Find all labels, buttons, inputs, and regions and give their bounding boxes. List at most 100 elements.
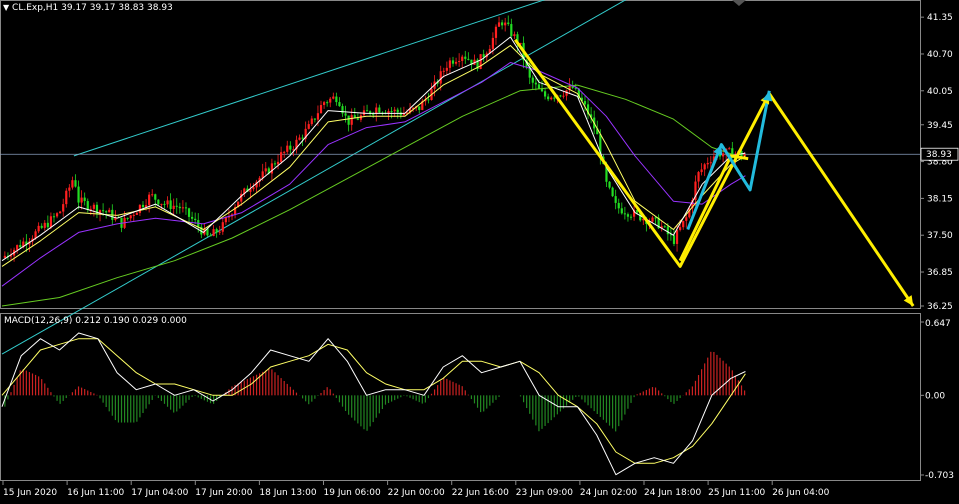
candle-body xyxy=(273,163,277,165)
candle-body xyxy=(454,61,458,64)
candle-body xyxy=(583,101,587,105)
candle-body xyxy=(221,222,224,232)
candle-body xyxy=(332,96,335,99)
candle-body xyxy=(283,151,286,153)
candle-body xyxy=(721,153,725,157)
price-tick-label: 40.70 xyxy=(927,50,953,60)
macd-header: MACD(12,26,9) 0.212 0.190 0.029 0.000 xyxy=(4,316,187,326)
candle-body xyxy=(132,214,135,216)
candle-body xyxy=(148,194,151,206)
candle-body xyxy=(543,91,547,97)
candle-body xyxy=(92,204,95,209)
candle-body xyxy=(675,230,679,244)
ma-mid-line xyxy=(1,45,746,267)
price-tick-label: 39.45 xyxy=(927,121,953,131)
candle-body xyxy=(319,105,323,114)
price-tick-label: 41.35 xyxy=(927,13,953,23)
candle-body xyxy=(547,96,550,100)
candle-body xyxy=(184,207,188,209)
macd-tick-label: 0.647 xyxy=(925,319,951,329)
candle-body xyxy=(617,202,620,209)
candle-body xyxy=(654,217,657,219)
candle-body xyxy=(209,235,212,237)
candle-body xyxy=(178,206,181,209)
candle-body xyxy=(709,162,712,164)
time-tick-label: 15 Jun 2020 xyxy=(3,488,57,498)
candle-body xyxy=(316,113,320,120)
candle-body xyxy=(365,110,369,112)
candle-body xyxy=(68,187,71,191)
candle-body xyxy=(166,200,169,205)
ma-slow-line xyxy=(1,62,746,287)
candle-body xyxy=(289,145,292,150)
candle-body xyxy=(706,163,709,165)
candle-body xyxy=(393,109,396,112)
candle-body xyxy=(307,124,310,129)
candle-body xyxy=(86,201,89,210)
price-tick-label: 40.05 xyxy=(927,87,953,97)
candle-body xyxy=(390,111,393,113)
candle-body xyxy=(55,213,59,217)
candle-body xyxy=(728,148,731,150)
candle-body xyxy=(187,208,191,217)
candle-body xyxy=(448,60,452,68)
candle-body xyxy=(163,203,166,205)
candle-body xyxy=(135,212,138,215)
candle-body xyxy=(445,67,448,71)
candle-body xyxy=(620,208,623,214)
candle-body xyxy=(40,225,43,228)
candle-body xyxy=(194,218,197,221)
candle-body xyxy=(534,82,537,85)
candle-body xyxy=(313,118,316,120)
macd-tick-label: -0.703 xyxy=(925,471,954,481)
candle-body xyxy=(464,56,467,59)
candle-body xyxy=(626,214,630,217)
candle-body xyxy=(224,217,227,223)
price-tick-label: 36.25 xyxy=(927,302,953,312)
candle-body xyxy=(3,255,6,258)
candle-body xyxy=(504,22,507,26)
candle-body xyxy=(378,107,381,113)
candle-body xyxy=(157,199,160,205)
candle-body xyxy=(270,163,274,174)
candle-body xyxy=(160,203,163,205)
time-axis: 15 Jun 2020 16 Jun 11:00 17 Jun 04:00 17 Ju… xyxy=(2,481,830,498)
candle-body xyxy=(338,102,341,107)
candle-body xyxy=(537,84,541,89)
candle-body xyxy=(427,99,430,101)
candle-body xyxy=(347,115,350,125)
channel-lines xyxy=(1,0,627,355)
candle-body xyxy=(280,152,283,162)
candle-body xyxy=(501,22,504,26)
candle-body xyxy=(154,194,157,200)
candle-body xyxy=(71,180,74,188)
time-tick-label: 26 Jun 04:00 xyxy=(772,488,829,498)
candle-body xyxy=(611,187,614,197)
candle-body xyxy=(451,60,455,64)
macd-series xyxy=(1,332,746,476)
candle-body xyxy=(341,106,344,114)
candle-body xyxy=(479,54,482,70)
candle-body xyxy=(80,197,83,203)
candle-body xyxy=(181,207,184,209)
ma-long-line xyxy=(1,84,746,307)
candle-body xyxy=(52,216,56,218)
candle-body xyxy=(261,171,264,178)
triangle-down-icon[interactable]: ▼ xyxy=(3,3,9,12)
candle-body xyxy=(513,34,516,37)
candle-body xyxy=(494,26,498,38)
candle-body xyxy=(129,215,132,219)
candle-body xyxy=(74,180,77,187)
time-tick-label: 25 Jun 11:00 xyxy=(708,488,765,498)
price-axis: 41.3540.7040.0539.4538.8038.1537.5036.85… xyxy=(920,13,959,481)
candle-body xyxy=(83,197,86,202)
price-tick-label: 36.85 xyxy=(927,268,953,278)
chart-window: 41.35 40.70 40.05 39.45 38.80 38.15 37.50 36.85… xyxy=(0,0,959,500)
scroll-marker-icon[interactable] xyxy=(732,0,746,6)
candle-body xyxy=(666,226,669,235)
candle-body xyxy=(62,204,65,212)
candle-body xyxy=(65,190,68,205)
cyan-arrow-head xyxy=(762,90,773,102)
macd-tick-label: 0.00 xyxy=(925,391,945,401)
candle-body xyxy=(507,22,510,25)
